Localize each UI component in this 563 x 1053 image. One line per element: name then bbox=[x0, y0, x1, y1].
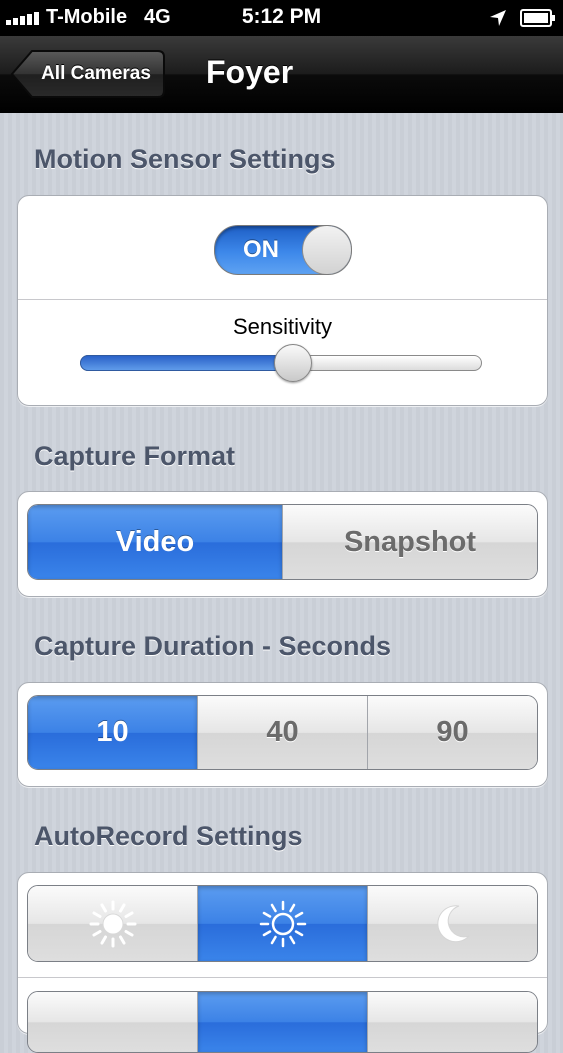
panel-divider bbox=[18, 299, 547, 300]
sun-ray bbox=[118, 934, 125, 945]
sun-ray bbox=[294, 929, 303, 936]
capture-duration-panel: 10 40 90 bbox=[17, 682, 548, 787]
status-bar: T-Mobile 4G 5:12 PM bbox=[0, 0, 563, 36]
segment-second-row-1[interactable] bbox=[28, 992, 197, 1052]
segment-90-seconds[interactable]: 90 bbox=[367, 696, 537, 769]
sun-ray bbox=[294, 911, 303, 918]
sun-ray bbox=[123, 929, 134, 936]
segment-snapshot[interactable]: Snapshot bbox=[282, 505, 537, 579]
capture-format-header: Capture Format bbox=[34, 441, 236, 471]
motion-sensor-panel: ON Sensitivity bbox=[17, 195, 548, 406]
location-arrow-icon bbox=[490, 10, 506, 26]
back-button[interactable]: All Cameras bbox=[10, 49, 166, 99]
toggle-knob[interactable] bbox=[302, 226, 351, 274]
sun-ray bbox=[270, 935, 277, 944]
sun-ray bbox=[270, 903, 277, 912]
segment-night[interactable] bbox=[367, 886, 537, 961]
battery-icon bbox=[520, 9, 555, 27]
sun-ray bbox=[100, 934, 107, 945]
sensitivity-slider[interactable] bbox=[80, 344, 482, 382]
segment-10-seconds[interactable]: 10 bbox=[28, 696, 197, 769]
status-time: 5:12 PM bbox=[241, 5, 322, 28]
capture-format-panel: Video Snapshot bbox=[17, 491, 548, 597]
autorecord-control bbox=[27, 885, 538, 962]
motion-sensor-toggle[interactable]: ON bbox=[214, 225, 352, 275]
segment-second-row-2[interactable] bbox=[197, 992, 367, 1052]
autorecord-header: AutoRecord Settings bbox=[34, 821, 303, 851]
segment-video[interactable]: Video bbox=[28, 505, 282, 579]
slider-thumb[interactable] bbox=[274, 344, 312, 382]
sun-bright-icon bbox=[259, 900, 306, 947]
sun-ray bbox=[262, 929, 271, 936]
back-button-label: All Cameras bbox=[41, 63, 151, 84]
segment-second-row-3[interactable] bbox=[367, 992, 537, 1052]
sun-dim-icon bbox=[89, 900, 136, 947]
sun-ray bbox=[262, 911, 271, 918]
segment-bright[interactable] bbox=[197, 886, 367, 961]
motion-sensor-header: Motion Sensor Settings bbox=[34, 144, 336, 174]
navigation-bar: All Cameras Foyer bbox=[0, 36, 563, 113]
autorecord-panel bbox=[17, 872, 548, 1053]
segment-40-seconds[interactable]: 40 bbox=[197, 696, 367, 769]
capture-duration-header: Capture Duration - Seconds bbox=[34, 631, 392, 661]
sun-ray bbox=[100, 902, 107, 913]
capture-format-control: Video Snapshot bbox=[27, 504, 538, 580]
slider-fill bbox=[80, 355, 293, 371]
sun-ray bbox=[288, 903, 295, 912]
sun-ray bbox=[123, 911, 134, 918]
sensitivity-label: Sensitivity bbox=[232, 314, 333, 339]
page-title: Foyer bbox=[206, 54, 294, 90]
segment-daytime[interactable] bbox=[28, 886, 197, 961]
sun-ray bbox=[118, 902, 125, 913]
moon-icon bbox=[436, 904, 469, 942]
capture-duration-control: 10 40 90 bbox=[27, 695, 538, 770]
sun-ray bbox=[91, 911, 102, 918]
sun-ray bbox=[91, 929, 102, 936]
sun-ray bbox=[288, 935, 295, 944]
toggle-on-label: ON bbox=[243, 236, 279, 263]
panel-divider bbox=[18, 977, 547, 978]
autorecord-second-control bbox=[27, 991, 538, 1053]
